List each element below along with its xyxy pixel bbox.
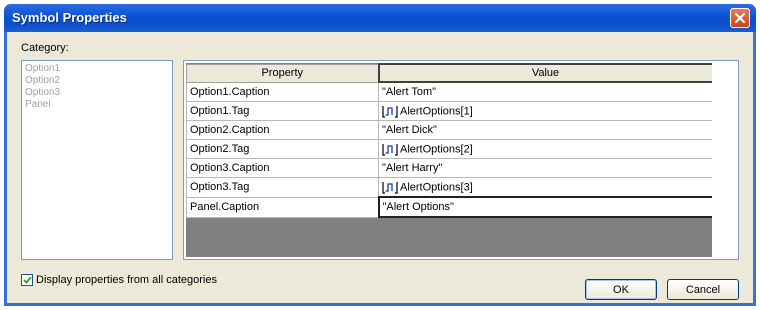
- value-text: AlertOptions[1]: [400, 104, 473, 117]
- value-text: "Alert Options": [382, 201, 454, 213]
- value-column-header[interactable]: Value: [377, 63, 714, 83]
- close-button[interactable]: [730, 8, 750, 28]
- property-cell[interactable]: Panel.Caption: [186, 196, 379, 218]
- all-categories-label[interactable]: Display properties from all categories: [36, 274, 217, 286]
- tag-icon: [382, 181, 398, 194]
- category-label: Category:: [21, 42, 69, 54]
- property-column-header[interactable]: Property: [186, 63, 379, 83]
- property-cell[interactable]: Option2.Tag: [186, 139, 379, 159]
- property-cell[interactable]: Option1.Caption: [186, 81, 379, 102]
- close-icon: [734, 12, 746, 24]
- title-bar[interactable]: Symbol Properties: [4, 4, 756, 32]
- symbol-properties-dialog: Symbol Properties Category: Option1 Opti…: [4, 4, 756, 306]
- property-cell[interactable]: Option2.Caption: [186, 120, 379, 140]
- dialog-body: Category: Option1 Option2 Option3 Panel …: [7, 32, 753, 303]
- dialog-title: Symbol Properties: [12, 10, 127, 25]
- table-row: Option2.Caption "Alert Dick": [186, 120, 713, 140]
- category-item[interactable]: Panel: [25, 99, 169, 111]
- property-cell[interactable]: Option3.Tag: [186, 177, 379, 198]
- table-row: Option1.Tag AlertOptions[1]: [186, 101, 713, 121]
- value-cell[interactable]: AlertOptions[1]: [378, 101, 713, 121]
- property-table: Property Value Option1.Caption "Alert To…: [186, 63, 714, 218]
- value-cell[interactable]: AlertOptions[3]: [378, 177, 713, 198]
- value-cell-selected[interactable]: "Alert Options": [377, 196, 714, 218]
- all-categories-option[interactable]: Display properties from all categories: [21, 274, 217, 286]
- value-cell[interactable]: "Alert Tom": [378, 81, 713, 102]
- table-row: Option3.Caption "Alert Harry": [186, 158, 713, 178]
- property-cell[interactable]: Option3.Caption: [186, 158, 379, 178]
- value-cell[interactable]: AlertOptions[2]: [378, 139, 713, 159]
- tag-icon: [382, 105, 398, 118]
- table-row: Option3.Tag AlertOptions[3]: [186, 177, 713, 198]
- property-grid: Property Value Option1.Caption "Alert To…: [183, 60, 739, 260]
- value-text: AlertOptions[2]: [400, 142, 473, 155]
- checkmark-icon: [22, 276, 32, 284]
- value-text: "Alert Tom": [382, 86, 437, 98]
- value-text: AlertOptions[3]: [400, 180, 473, 193]
- all-categories-checkbox[interactable]: [21, 274, 33, 286]
- table-row: Option1.Caption "Alert Tom": [186, 81, 713, 102]
- cancel-button[interactable]: Cancel: [667, 279, 739, 300]
- category-item[interactable]: Option3: [25, 87, 169, 99]
- property-cell[interactable]: Option1.Tag: [186, 101, 379, 121]
- value-text: "Alert Harry": [382, 162, 443, 174]
- value-cell[interactable]: "Alert Harry": [378, 158, 713, 178]
- category-item[interactable]: Option2: [25, 75, 169, 87]
- property-grid-area: Property Value Option1.Caption "Alert To…: [186, 63, 714, 257]
- ok-button[interactable]: OK: [585, 279, 657, 300]
- category-item[interactable]: Option1: [25, 63, 169, 75]
- tag-icon: [382, 143, 398, 156]
- grid-blank-margin: [712, 63, 736, 257]
- value-text: "Alert Dick": [382, 124, 437, 136]
- value-cell[interactable]: "Alert Dick": [378, 120, 713, 140]
- table-row: Option2.Tag AlertOptions[2]: [186, 139, 713, 159]
- table-row: Panel.Caption "Alert Options": [186, 196, 714, 218]
- category-list[interactable]: Option1 Option2 Option3 Panel: [21, 60, 173, 260]
